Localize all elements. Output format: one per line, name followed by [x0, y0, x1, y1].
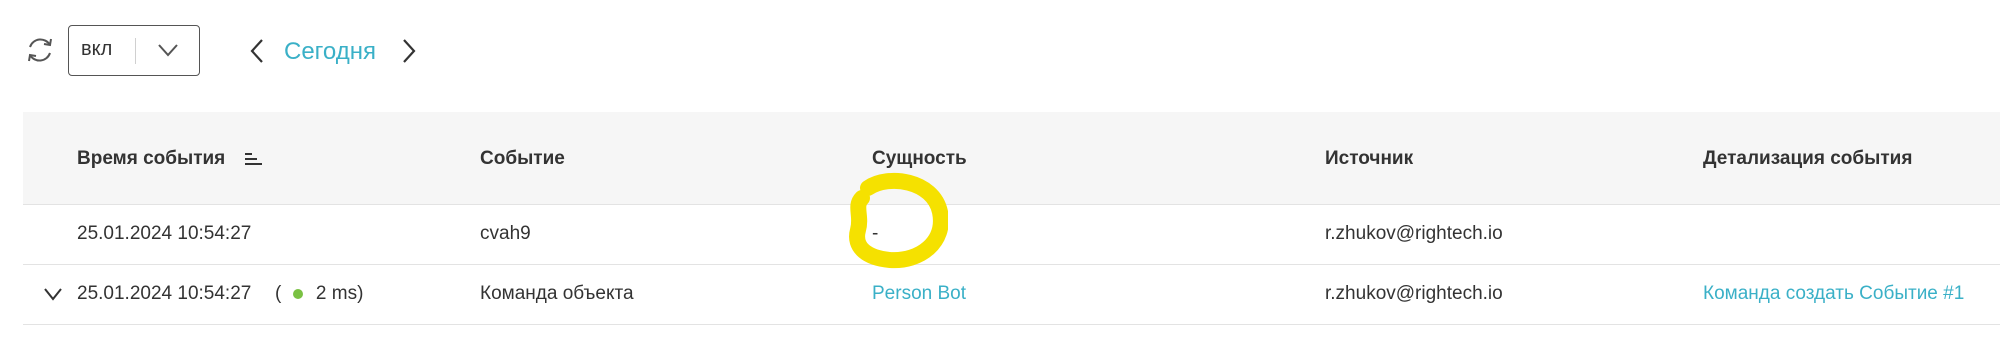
event-source: r.zhukov@rightech.io: [1325, 223, 1503, 244]
status-dot-icon: [292, 288, 303, 299]
column-header-event[interactable]: Событие: [480, 148, 565, 170]
refresh-icon[interactable]: [24, 34, 56, 66]
next-day-button[interactable]: [398, 38, 418, 64]
event-name: cvah9: [480, 223, 531, 244]
live-mode-value: вкл: [81, 38, 113, 60]
event-entity: -: [872, 223, 879, 244]
event-detail-link[interactable]: Команда создать Событие #1: [1703, 283, 1964, 305]
sort-icon[interactable]: [243, 151, 263, 167]
live-mode-select[interactable]: вкл: [68, 25, 200, 76]
table-row[interactable]: 25.01.2024 10:54:27 cvah9 - r.zhukov@rig…: [23, 205, 2000, 265]
column-header-entity[interactable]: Сущность: [872, 148, 967, 170]
toolbar: вкл Сегодня: [0, 0, 2000, 104]
duration-open-paren: (: [275, 283, 282, 304]
current-date-link[interactable]: Сегодня: [284, 38, 376, 66]
chevron-down-icon[interactable]: [157, 42, 179, 58]
column-header-label: Время события: [77, 148, 226, 169]
chevron-down-icon[interactable]: [43, 287, 63, 301]
select-divider: [135, 38, 136, 64]
entity-link[interactable]: Person Bot: [872, 283, 966, 305]
chevron-right-icon: [403, 39, 416, 63]
column-header-detail[interactable]: Детализация события: [1703, 148, 1912, 170]
table-header: Время события Событие Сущность Источник …: [23, 112, 2000, 205]
column-header-source[interactable]: Источник: [1325, 148, 1413, 170]
column-header-time[interactable]: Время события: [77, 148, 263, 170]
event-name: Команда объекта: [480, 283, 634, 304]
event-time: 25.01.2024 10:54:27: [77, 283, 252, 304]
events-table: Время события Событие Сущность Источник …: [23, 112, 2000, 326]
prev-day-button[interactable]: [248, 38, 268, 64]
event-source: r.zhukov@rightech.io: [1325, 283, 1503, 304]
event-time: 25.01.2024 10:54:27: [77, 223, 252, 244]
table-row[interactable]: 25.01.2024 10:54:27 ( 2 ms) Команда объе…: [23, 265, 2000, 325]
chevron-left-icon: [250, 39, 263, 63]
duration-value: 2 ms): [315, 283, 364, 304]
event-duration: ( 2 ms): [275, 283, 363, 305]
